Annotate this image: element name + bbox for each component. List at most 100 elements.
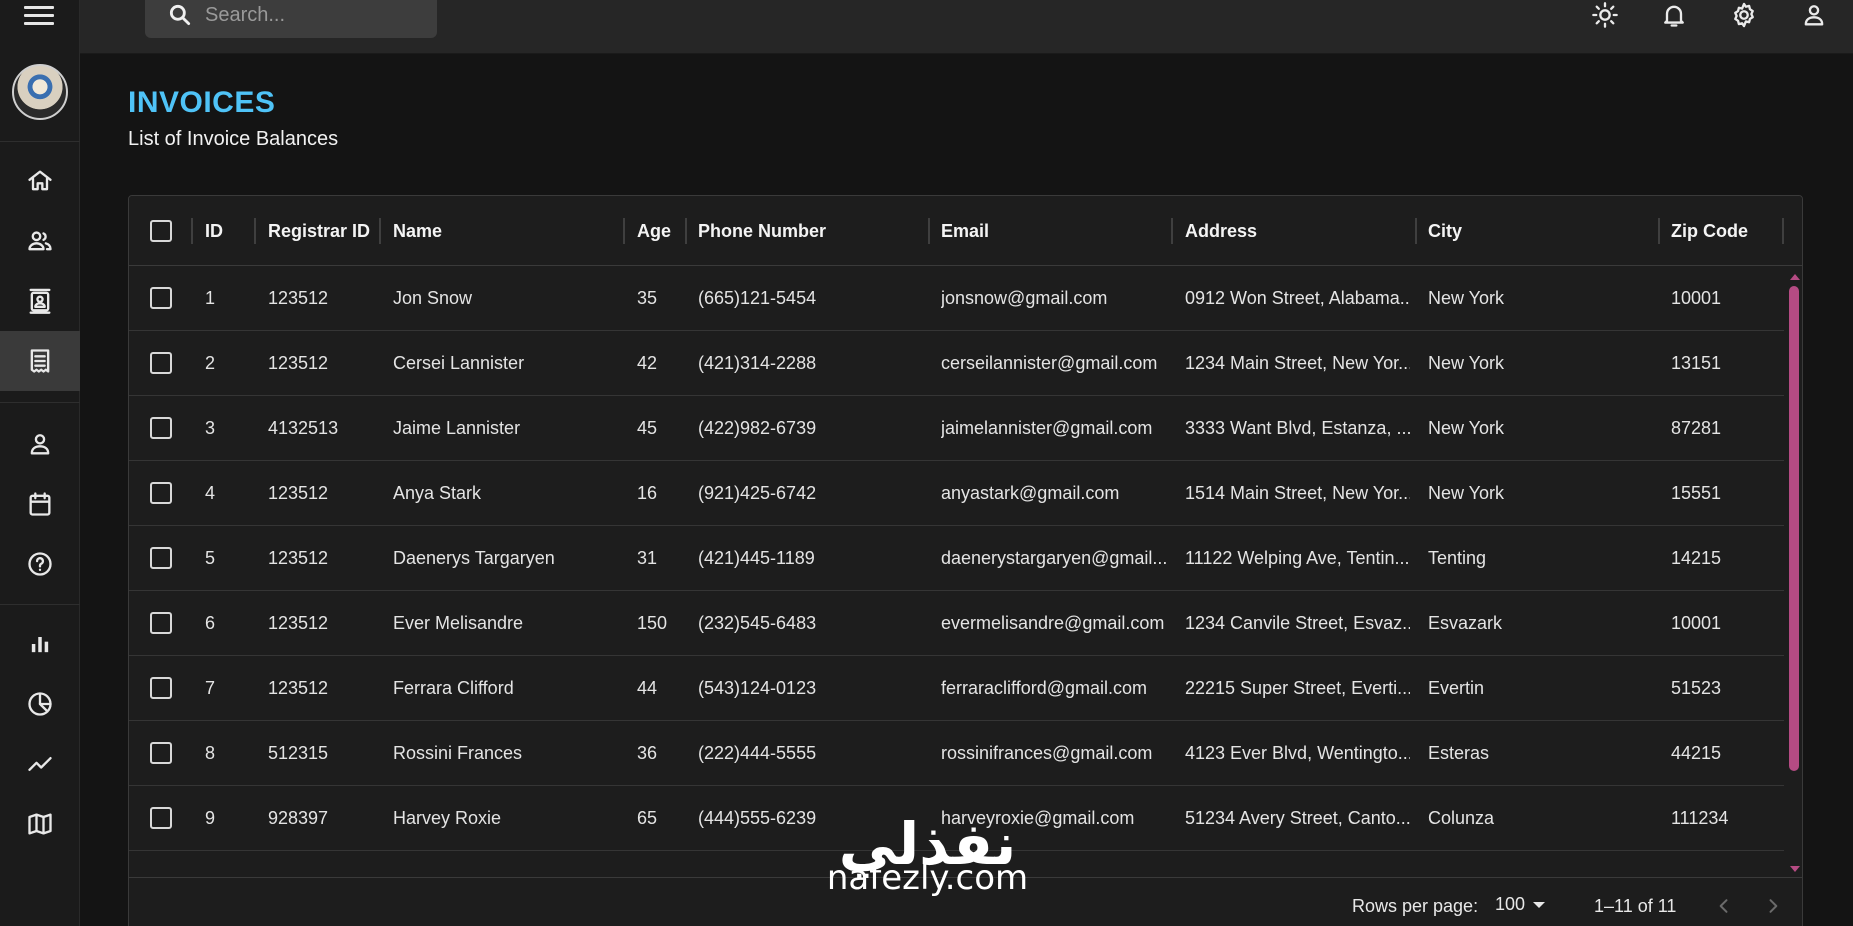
cell-id[interactable]: 1: [205, 266, 255, 330]
search-input[interactable]: [205, 3, 425, 27]
cell-city[interactable]: Esvazark: [1428, 591, 1653, 655]
cell-name[interactable]: Cersei Lannister: [393, 331, 618, 395]
cell-zip[interactable]: 10001: [1671, 266, 1781, 330]
row-checkbox[interactable]: [150, 482, 172, 504]
cell-zip[interactable]: 15551: [1671, 461, 1781, 525]
cell-name[interactable]: Daenerys Targaryen: [393, 526, 618, 590]
cell-id[interactable]: 9: [205, 786, 255, 850]
column-separator[interactable]: [623, 218, 625, 244]
cell-id[interactable]: 4: [205, 461, 255, 525]
cell-city[interactable]: New York: [1428, 396, 1653, 460]
cell-age[interactable]: 44: [637, 656, 682, 720]
column-separator[interactable]: [254, 218, 256, 244]
column-separator[interactable]: [928, 218, 930, 244]
row-checkbox[interactable]: [150, 547, 172, 569]
table-row[interactable]: 8 512315 Rossini Frances 36 (222)444-5555 ros…: [129, 721, 1784, 786]
sidebar-item-bar-chart[interactable]: [0, 614, 80, 674]
cell-registrar-id[interactable]: 512315: [268, 721, 380, 785]
cell-age[interactable]: 150: [637, 591, 682, 655]
cell-zip[interactable]: 10001: [1671, 591, 1781, 655]
cell-city[interactable]: Esteras: [1428, 721, 1653, 785]
column-header-email[interactable]: Email: [941, 196, 989, 266]
cell-zip[interactable]: 111234: [1671, 786, 1781, 850]
column-separator[interactable]: [191, 218, 193, 244]
cell-phone[interactable]: (421)445-1189: [698, 526, 923, 590]
menu-icon[interactable]: [24, 2, 54, 28]
cell-address[interactable]: 1234 Canvile Street, Esvaz...: [1185, 591, 1410, 655]
column-header-name[interactable]: Name: [393, 196, 442, 266]
cell-registrar-id[interactable]: 123512: [268, 526, 380, 590]
next-page-button[interactable]: [1759, 892, 1787, 920]
cell-id[interactable]: 7: [205, 656, 255, 720]
cell-city[interactable]: New York: [1428, 331, 1653, 395]
cell-name[interactable]: Rossini Frances: [393, 721, 618, 785]
cell-address[interactable]: 11122 Welping Ave, Tentin...: [1185, 526, 1410, 590]
cell-zip[interactable]: 87281: [1671, 396, 1781, 460]
cell-email[interactable]: jonsnow@gmail.com: [941, 266, 1166, 330]
table-row[interactable]: 3 4132513 Jaime Lannister 45 (422)982-6739 ja…: [129, 396, 1784, 461]
cell-registrar-id[interactable]: 123512: [268, 591, 380, 655]
column-separator[interactable]: [379, 218, 381, 244]
settings-button[interactable]: [1724, 0, 1764, 30]
cell-id[interactable]: 3: [205, 396, 255, 460]
cell-email[interactable]: ferraraclifford@gmail.com: [941, 656, 1166, 720]
cell-age[interactable]: 16: [637, 461, 682, 525]
cell-name[interactable]: Ever Melisandre: [393, 591, 618, 655]
cell-registrar-id[interactable]: 123512: [268, 331, 380, 395]
cell-phone[interactable]: (543)124-0123: [698, 656, 923, 720]
cell-email[interactable]: evermelisandre@gmail.com: [941, 591, 1166, 655]
cell-age[interactable]: 36: [637, 721, 682, 785]
cell-name[interactable]: Jaime Lannister: [393, 396, 618, 460]
cell-id[interactable]: 5: [205, 526, 255, 590]
cell-zip[interactable]: 44215: [1671, 721, 1781, 785]
row-checkbox[interactable]: [150, 287, 172, 309]
rows-per-page-select[interactable]: 100: [1495, 894, 1546, 915]
scrollbar-thumb[interactable]: [1789, 286, 1799, 771]
cell-age[interactable]: 35: [637, 266, 682, 330]
cell-age[interactable]: 65: [637, 786, 682, 850]
cell-id[interactable]: 8: [205, 721, 255, 785]
row-checkbox[interactable]: [150, 677, 172, 699]
row-checkbox[interactable]: [150, 742, 172, 764]
table-row[interactable]: 5 123512 Daenerys Targaryen 31 (421)445-1189…: [129, 526, 1784, 591]
sidebar-item-faq[interactable]: [0, 534, 80, 594]
cell-email[interactable]: jaimelannister@gmail.com: [941, 396, 1166, 460]
cell-city[interactable]: New York: [1428, 266, 1653, 330]
cell-phone[interactable]: (422)982-6739: [698, 396, 923, 460]
cell-email[interactable]: daenerystargaryen@gmail...: [941, 526, 1166, 590]
row-checkbox[interactable]: [150, 417, 172, 439]
table-row[interactable]: 7 123512 Ferrara Clifford 44 (543)124-0123 fe…: [129, 656, 1784, 721]
cell-registrar-id[interactable]: 123512: [268, 266, 380, 330]
scroll-down-arrow[interactable]: [1790, 866, 1800, 872]
cell-name[interactable]: Jon Snow: [393, 266, 618, 330]
column-header-id[interactable]: ID: [205, 196, 223, 266]
row-checkbox[interactable]: [150, 807, 172, 829]
cell-address[interactable]: 3333 Want Blvd, Estanza, ...: [1185, 396, 1410, 460]
cell-phone[interactable]: (222)444-5555: [698, 721, 923, 785]
notifications-button[interactable]: [1654, 0, 1694, 30]
table-row[interactable]: 1 123512 Jon Snow 35 (665)121-5454 jonsnow@gm…: [129, 266, 1784, 331]
cell-city[interactable]: Tenting: [1428, 526, 1653, 590]
sidebar-item-contacts[interactable]: [0, 271, 80, 331]
cell-name[interactable]: Ferrara Clifford: [393, 656, 618, 720]
sidebar-item-line-chart[interactable]: [0, 734, 80, 794]
cell-email[interactable]: harveyroxie@gmail.com: [941, 786, 1166, 850]
column-header-phone[interactable]: Phone Number: [698, 196, 826, 266]
profile-button[interactable]: [1794, 0, 1834, 30]
cell-phone[interactable]: (665)121-5454: [698, 266, 923, 330]
cell-phone[interactable]: (232)545-6483: [698, 591, 923, 655]
cell-registrar-id[interactable]: 123512: [268, 656, 380, 720]
cell-zip[interactable]: 51523: [1671, 656, 1781, 720]
cell-registrar-id[interactable]: 4132513: [268, 396, 380, 460]
cell-phone[interactable]: (921)425-6742: [698, 461, 923, 525]
row-checkbox[interactable]: [150, 352, 172, 374]
scroll-up-arrow[interactable]: [1790, 274, 1800, 280]
cell-email[interactable]: anyastark@gmail.com: [941, 461, 1166, 525]
row-checkbox[interactable]: [150, 612, 172, 634]
column-header-address[interactable]: Address: [1185, 196, 1257, 266]
cell-address[interactable]: 22215 Super Street, Everti...: [1185, 656, 1410, 720]
table-row[interactable]: 9 928397 Harvey Roxie 65 (444)555-6239 harvey…: [129, 786, 1784, 851]
cell-age[interactable]: 45: [637, 396, 682, 460]
light-mode-button[interactable]: [1585, 0, 1625, 30]
column-header-city[interactable]: City: [1428, 196, 1462, 266]
